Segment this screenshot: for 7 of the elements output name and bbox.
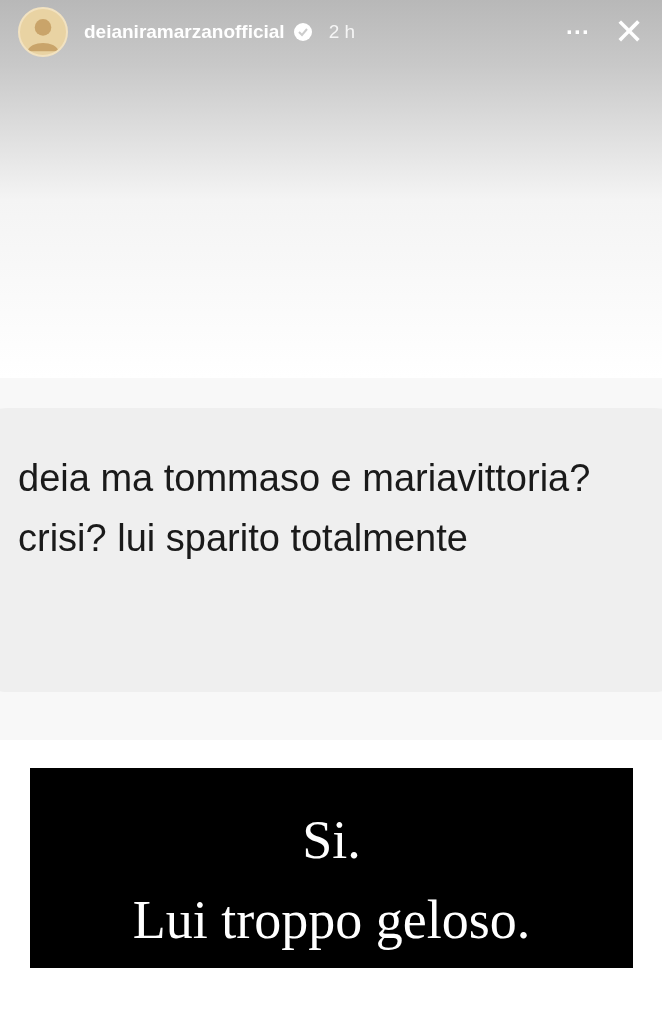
username[interactable]: deianiramarzanofficial bbox=[84, 17, 285, 47]
avatar-icon[interactable] bbox=[18, 7, 68, 57]
close-button[interactable]: ✕ bbox=[614, 14, 644, 50]
answer-line: Si. bbox=[301, 809, 362, 872]
answer-line: Lui troppo geloso. bbox=[131, 889, 532, 952]
question-text: deia ma tommaso e mariavittoria? crisi? lui sparito totalmente bbox=[18, 457, 591, 559]
more-options-button[interactable]: ··· bbox=[566, 20, 590, 44]
